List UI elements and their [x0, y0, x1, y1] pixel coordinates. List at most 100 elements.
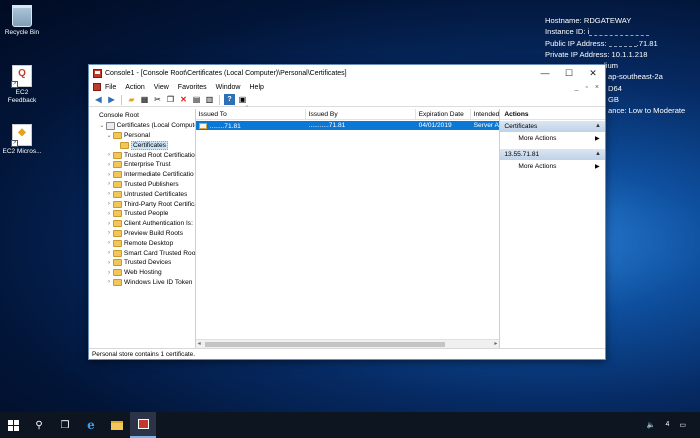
- certificate-list[interactable]: ^ Issued To Issued By Expiration Date In…: [195, 105, 501, 348]
- expand-chevron-icon[interactable]: ›: [105, 240, 113, 246]
- export-list-icon[interactable]: ▥: [204, 94, 215, 105]
- folder-icon: [113, 229, 122, 237]
- close-button[interactable]: ✕: [581, 65, 605, 81]
- expand-chevron-icon[interactable]: ›: [105, 181, 113, 187]
- list-header: ^ Issued To Issued By Expiration Date In…: [195, 105, 500, 120]
- help-icon[interactable]: ?: [224, 94, 235, 105]
- child-minimize-button[interactable]: _: [575, 84, 579, 91]
- up-folder-icon[interactable]: ▰: [126, 94, 137, 105]
- feedback-app-icon: Q ↗: [11, 65, 32, 88]
- expand-chevron-icon[interactable]: ›: [105, 230, 113, 236]
- title-bar[interactable]: Console1 - [Console Root\Certificates (L…: [89, 65, 605, 81]
- maximize-button[interactable]: ☐: [557, 65, 581, 81]
- recycle-bin-icon[interactable]: Recycle Bin: [2, 5, 42, 37]
- tree-node[interactable]: › Trusted Publishers: [89, 180, 195, 190]
- tree-node[interactable]: › Enterprise Trust: [89, 160, 195, 170]
- show-tree-icon[interactable]: ▦: [139, 94, 150, 105]
- folder-icon: [112, 249, 122, 257]
- expand-chevron-icon[interactable]: ›: [105, 260, 113, 266]
- scroll-right-icon[interactable]: ▸: [494, 340, 497, 347]
- expand-chevron-icon[interactable]: ⌄: [98, 122, 106, 129]
- actions-section-certificate[interactable]: 13.55.71.81 ▲: [500, 149, 605, 160]
- folder-icon: [113, 171, 122, 179]
- ec2-microsoft-shortcut[interactable]: ◆ ↗ EC2 Micros...: [2, 124, 42, 156]
- menu-favorites[interactable]: Favorites: [178, 84, 207, 91]
- scroll-thumb[interactable]: [204, 342, 446, 347]
- ec2-feedback-shortcut[interactable]: Q ↗ EC2 Feedback: [2, 65, 42, 105]
- more-actions-item[interactable]: More Actions ▶: [500, 132, 605, 145]
- column-intended-purposes[interactable]: Intended: [471, 109, 500, 119]
- actions-section-certificates[interactable]: Certificates ▲: [500, 121, 605, 132]
- more-actions-item[interactable]: More Actions ▶: [500, 160, 605, 173]
- column-issued-by[interactable]: Issued By: [306, 109, 416, 119]
- tree-node[interactable]: › Remote Desktop: [89, 238, 195, 248]
- tree-node[interactable]: Console Root: [89, 111, 195, 121]
- tree-node[interactable]: › Untrusted Certificates: [89, 189, 195, 199]
- child-close-button[interactable]: ×: [595, 84, 599, 91]
- menu-file[interactable]: File: [105, 84, 116, 91]
- expand-chevron-icon[interactable]: ›: [105, 191, 113, 197]
- tree-node-label: Preview Build Roots: [124, 229, 184, 237]
- tree-node[interactable]: › Windows Live ID Token: [89, 278, 195, 288]
- expand-chevron-icon[interactable]: ›: [105, 152, 113, 158]
- volume-icon[interactable]: 🔈: [647, 421, 656, 429]
- copy-icon[interactable]: ❐: [165, 94, 176, 105]
- mmc-console-window[interactable]: Console1 - [Console Root\Certificates (L…: [88, 64, 606, 360]
- tree-node[interactable]: ⌄ Certificates (Local Compute: [89, 121, 195, 131]
- folder-icon: [113, 190, 122, 198]
- expand-chevron-icon[interactable]: ›: [105, 162, 113, 168]
- task-view-icon[interactable]: ❒: [52, 412, 78, 438]
- public-ip-line: Public IP Address: .71.81: [545, 38, 658, 48]
- tree-node[interactable]: › Preview Build Roots: [89, 229, 195, 239]
- tree-node[interactable]: › Web Hosting: [89, 268, 195, 278]
- minimize-button[interactable]: —: [533, 65, 557, 81]
- horizontal-scrollbar[interactable]: ◂ ▸: [195, 339, 500, 348]
- cut-icon[interactable]: ✂: [152, 94, 163, 105]
- tree-node[interactable]: › Trusted Root Certificatio: [89, 150, 195, 160]
- scroll-left-icon[interactable]: ◂: [198, 340, 201, 347]
- tree-node[interactable]: › Client Authentication Is:: [89, 219, 195, 229]
- expand-chevron-icon[interactable]: ›: [105, 270, 113, 276]
- tree-node[interactable]: ⌄ Personal: [89, 131, 195, 141]
- notification-icon[interactable]: ▭: [679, 421, 686, 429]
- mmc-taskbar-icon[interactable]: [130, 412, 156, 438]
- menu-window[interactable]: Window: [216, 84, 241, 91]
- internet-explorer-icon[interactable]: e: [78, 412, 104, 438]
- back-arrow-icon[interactable]: ◀: [93, 94, 104, 105]
- tree-node[interactable]: › Third-Party Root Certifica: [89, 199, 195, 209]
- tree-node[interactable]: › Trusted Devices: [89, 258, 195, 268]
- tree-node-label: Console Root: [99, 112, 139, 120]
- delete-icon[interactable]: ✕: [178, 94, 189, 105]
- column-issued-to[interactable]: Issued To: [196, 109, 306, 119]
- window-title: Console1 - [Console Root\Certificates (L…: [105, 69, 347, 77]
- console-tree[interactable]: Console Root ⌄ Certificates (Local Compute…: [89, 109, 196, 348]
- tray-indicator[interactable]: 4: [665, 421, 669, 429]
- tree-node[interactable]: › Intermediate Certificatio: [89, 170, 195, 180]
- show-action-pane-icon[interactable]: ▣: [237, 94, 248, 105]
- expand-chevron-icon[interactable]: ›: [105, 279, 113, 285]
- taskbar: ⚲ ❒ e 🔈 4 ▭: [0, 412, 700, 438]
- menu-action[interactable]: Action: [125, 84, 144, 91]
- column-expiration-date[interactable]: Expiration Date: [416, 109, 471, 119]
- expand-chevron-icon[interactable]: ›: [105, 172, 113, 178]
- properties-icon[interactable]: ▤: [191, 94, 202, 105]
- search-icon[interactable]: ⚲: [26, 412, 52, 438]
- tree-node[interactable]: › Smart Card Trusted Roo: [89, 248, 195, 258]
- menu-help[interactable]: Help: [250, 84, 264, 91]
- console-menu-icon[interactable]: [93, 83, 101, 91]
- expand-chevron-icon[interactable]: ›: [105, 211, 113, 217]
- expand-chevron-icon[interactable]: ›: [105, 201, 113, 207]
- expand-chevron-icon[interactable]: ›: [105, 250, 113, 256]
- child-restore-button[interactable]: ▫: [585, 84, 587, 91]
- tree-node[interactable]: Certificates: [89, 140, 195, 150]
- trash-icon: [12, 5, 32, 27]
- expand-chevron-icon[interactable]: ⌄: [105, 132, 113, 139]
- table-row[interactable]: ........71.81 ...........71.81 04/01/201…: [195, 121, 500, 130]
- menu-bar: File Action View Favorites Window Help _…: [89, 81, 605, 93]
- start-button[interactable]: [0, 412, 26, 438]
- expand-chevron-icon[interactable]: ›: [105, 221, 113, 227]
- file-explorer-icon[interactable]: [104, 412, 130, 438]
- forward-arrow-icon[interactable]: ▶: [106, 94, 117, 105]
- tree-node[interactable]: › Trusted People: [89, 209, 195, 219]
- menu-view[interactable]: View: [154, 84, 169, 91]
